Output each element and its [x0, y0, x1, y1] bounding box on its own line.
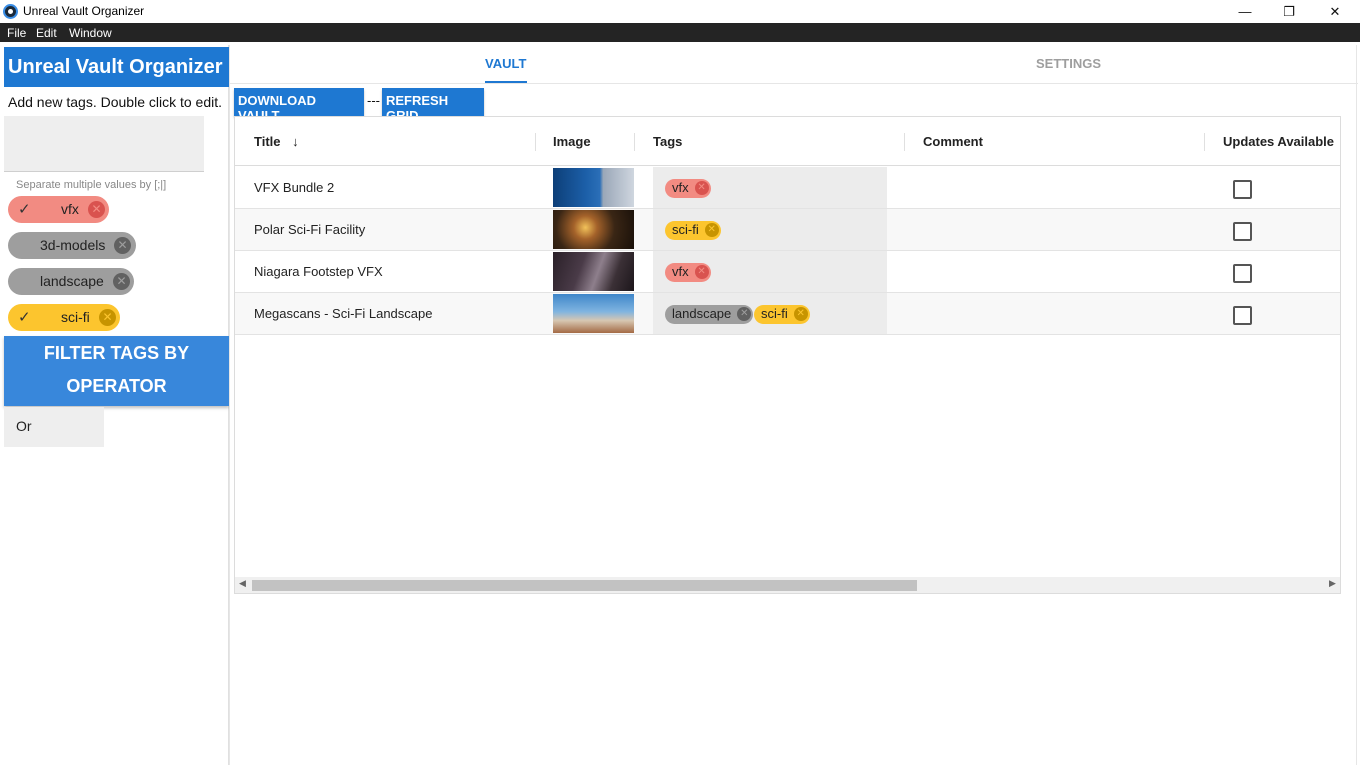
- refresh-grid-button[interactable]: REFRESH GRID: [382, 88, 484, 123]
- asset-title: Polar Sci-Fi Facility: [254, 222, 366, 237]
- tag-label: vfx: [672, 264, 689, 279]
- scroll-right-icon[interactable]: ▶: [1329, 578, 1336, 589]
- remove-tag-icon[interactable]: ✕: [737, 307, 752, 321]
- sidebar: Unreal Vault Organizer Add new tags. Dou…: [3, 45, 229, 765]
- remove-tag-icon[interactable]: ✕: [694, 181, 709, 195]
- add-tags-hint: Add new tags. Double click to edit.: [8, 94, 223, 110]
- column-header-title[interactable]: Title ↓: [254, 134, 299, 149]
- remove-tag-icon[interactable]: ✕: [99, 309, 116, 326]
- check-icon: ✓: [18, 201, 31, 218]
- tag-chip[interactable]: sci-fi ✕: [754, 305, 810, 324]
- tag-label: vfx: [672, 180, 689, 195]
- tag-label: sci-fi: [672, 222, 699, 237]
- tags-cell[interactable]: landscape ✕ sci-fi ✕: [653, 293, 887, 334]
- scrollbar-thumb[interactable]: [252, 580, 917, 591]
- column-separator: [535, 133, 536, 151]
- remove-tag-icon[interactable]: ✕: [704, 223, 719, 237]
- grid-header: Title ↓ Image Tags Comment Updates Avail…: [235, 117, 1340, 166]
- tag-label: landscape: [672, 306, 732, 321]
- tag-chip[interactable]: vfx ✕: [665, 179, 711, 198]
- separator-hint: Separate multiple values by [;|]: [16, 179, 167, 191]
- tags-cell[interactable]: vfx ✕: [653, 167, 887, 208]
- tag-chip[interactable]: vfx ✕: [665, 263, 711, 282]
- tab-settings[interactable]: SETTINGS: [1036, 56, 1101, 71]
- remove-tag-icon[interactable]: ✕: [114, 237, 131, 254]
- minimize-button[interactable]: —: [1222, 0, 1268, 23]
- sort-arrow-down-icon: ↓: [292, 134, 299, 149]
- tag-chip[interactable]: landscape ✕: [665, 305, 754, 324]
- toolbar-separator: ---: [367, 93, 380, 108]
- tab-divider: [230, 83, 1358, 84]
- maximize-button[interactable]: ❐: [1266, 0, 1312, 23]
- window-title: Unreal Vault Organizer: [23, 4, 145, 18]
- download-vault-button[interactable]: DOWNLOAD VAULT: [234, 88, 364, 123]
- new-tag-input[interactable]: [4, 116, 204, 172]
- column-separator: [634, 133, 635, 151]
- asset-thumbnail: [553, 168, 634, 207]
- tag-chip-sci-fi[interactable]: ✓ sci-fi ✕: [8, 304, 120, 331]
- remove-tag-icon[interactable]: ✕: [793, 307, 808, 321]
- main-panel: VAULT SETTINGS DOWNLOAD VAULT --- REFRES…: [229, 45, 1358, 765]
- remove-tag-icon[interactable]: ✕: [113, 273, 130, 290]
- menu-window[interactable]: Window: [69, 26, 112, 40]
- close-button[interactable]: ✕: [1312, 0, 1358, 23]
- tag-chip-vfx[interactable]: ✓ vfx ✕: [8, 196, 109, 223]
- asset-thumbnail: [553, 294, 634, 333]
- tag-chip[interactable]: sci-fi ✕: [665, 221, 721, 240]
- menu-edit[interactable]: Edit: [36, 26, 57, 40]
- app-icon: [3, 4, 18, 19]
- updates-checkbox[interactable]: [1233, 306, 1252, 325]
- filter-tags-label: FILTER TAGS BY OPERATOR: [43, 343, 190, 396]
- table-row[interactable]: Polar Sci-Fi Facility sci-fi ✕: [235, 209, 1340, 251]
- updates-checkbox[interactable]: [1233, 180, 1252, 199]
- asset-thumbnail: [553, 252, 634, 291]
- updates-checkbox[interactable]: [1233, 222, 1252, 241]
- filter-tags-button[interactable]: FILTER TAGS BY OPERATOR: [4, 336, 229, 406]
- check-icon: ✓: [18, 309, 31, 326]
- tag-chip-3d-models[interactable]: 3d-models ✕: [8, 232, 136, 259]
- horizontal-scrollbar[interactable]: ◀ ▶: [235, 577, 1340, 593]
- remove-tag-icon[interactable]: ✕: [88, 201, 105, 218]
- tag-chip-label: landscape: [40, 273, 104, 289]
- tab-vault[interactable]: VAULT: [485, 56, 526, 71]
- sidebar-header: Unreal Vault Organizer: [4, 47, 229, 87]
- tags-cell[interactable]: vfx ✕: [653, 251, 887, 292]
- tag-chip-label: 3d-models: [40, 237, 106, 253]
- asset-thumbnail: [553, 210, 634, 249]
- table-row[interactable]: Niagara Footstep VFX vfx ✕: [235, 251, 1340, 293]
- remove-tag-icon[interactable]: ✕: [694, 265, 709, 279]
- vault-grid: Title ↓ Image Tags Comment Updates Avail…: [234, 116, 1341, 594]
- tags-cell[interactable]: sci-fi ✕: [653, 209, 887, 250]
- operator-select[interactable]: Or: [4, 407, 104, 447]
- tag-label: sci-fi: [761, 306, 788, 321]
- tag-chip-label: vfx: [61, 201, 79, 217]
- column-separator: [904, 133, 905, 151]
- asset-title: VFX Bundle 2: [254, 180, 335, 195]
- title-bar: Unreal Vault Organizer — ❐ ✕: [0, 0, 1360, 23]
- column-header-image[interactable]: Image: [553, 134, 591, 149]
- column-header-tags[interactable]: Tags: [653, 134, 682, 149]
- column-header-updates[interactable]: Updates Available: [1223, 134, 1334, 149]
- scroll-left-icon[interactable]: ◀: [239, 578, 246, 589]
- column-header-comment[interactable]: Comment: [923, 134, 983, 149]
- menu-file[interactable]: File: [7, 26, 26, 40]
- table-row[interactable]: VFX Bundle 2 vfx ✕: [235, 167, 1340, 209]
- column-header-title-label: Title: [254, 134, 281, 149]
- tag-chip-landscape[interactable]: landscape ✕: [8, 268, 134, 295]
- menu-bar: File Edit Window: [0, 23, 1360, 42]
- asset-title: Megascans - Sci-Fi Landscape: [254, 306, 433, 321]
- table-row[interactable]: Megascans - Sci-Fi Landscape landscape ✕…: [235, 293, 1340, 335]
- asset-title: Niagara Footstep VFX: [254, 264, 383, 279]
- updates-checkbox[interactable]: [1233, 264, 1252, 283]
- column-separator: [1204, 133, 1205, 151]
- tag-chip-label: sci-fi: [61, 309, 90, 325]
